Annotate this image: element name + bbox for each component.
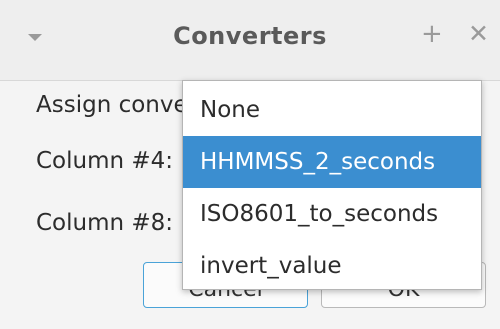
title-bar: Converters + ✕ (0, 0, 500, 81)
converter-dropdown-list[interactable]: None HHMMSS_2_seconds ISO8601_to_seconds… (182, 80, 482, 290)
dropdown-option-hhmmss-2-seconds[interactable]: HHMMSS_2_seconds (183, 136, 481, 188)
add-icon[interactable]: + (421, 20, 443, 48)
dropdown-option-invert-value[interactable]: invert_value (183, 240, 481, 292)
converters-dialog: Converters + ✕ Assign conve Column #4: C… (0, 0, 500, 329)
dropdown-option-none[interactable]: None (183, 84, 481, 136)
dropdown-option-iso8601-to-seconds[interactable]: ISO8601_to_seconds (183, 188, 481, 240)
column-8-label: Column #8: (36, 210, 174, 236)
column-4-label: Column #4: (36, 148, 174, 174)
assign-converters-label: Assign conve (36, 92, 188, 118)
close-icon[interactable]: ✕ (468, 20, 489, 48)
